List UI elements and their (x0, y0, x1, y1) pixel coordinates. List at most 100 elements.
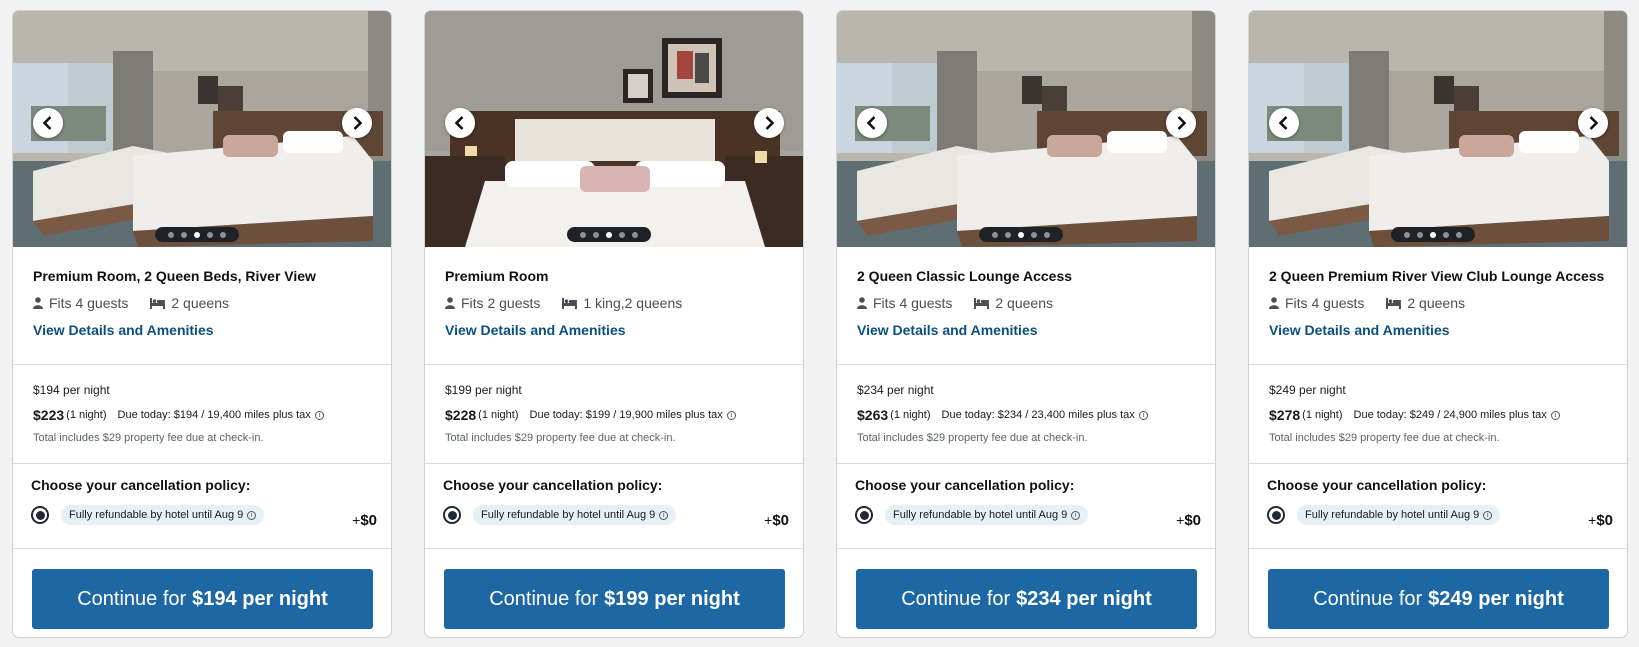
guests-text: Fits 4 guests (873, 295, 953, 311)
carousel-next-button[interactable] (1578, 108, 1608, 138)
carousel-dots (1391, 227, 1475, 242)
policy-title: Choose your cancellation policy: (443, 477, 663, 493)
policy-radio[interactable] (31, 506, 49, 524)
carousel-next-button[interactable] (1166, 108, 1196, 138)
cta-block: Continue for $249 per night (1249, 549, 1627, 629)
carousel-dot[interactable] (1417, 231, 1423, 238)
chevron-right-icon (1589, 116, 1599, 130)
policy-option[interactable]: Fully refundable by hotel until Aug 9 i (31, 505, 373, 525)
view-details-link[interactable]: View Details and Amenities (33, 322, 214, 338)
continue-prefix: Continue for (901, 587, 1011, 610)
carousel-dot[interactable] (632, 231, 638, 238)
bed-icon (974, 297, 990, 309)
price-block: $234 per night $263 (1 night) Due today:… (837, 365, 1215, 464)
carousel-dot[interactable] (1404, 231, 1410, 238)
info-icon[interactable]: i (1483, 510, 1493, 520)
policy-price: +$0 (352, 512, 377, 529)
carousel-dot[interactable] (220, 231, 226, 238)
carousel-dot[interactable] (1005, 231, 1011, 238)
info-icon[interactable]: i (1138, 410, 1148, 420)
total-row: $278 (1 night) Due today: $249 / 24,900 … (1269, 407, 1607, 423)
continue-amount: $249 per night (1428, 587, 1564, 610)
carousel-dot[interactable] (992, 231, 998, 238)
view-details-link[interactable]: View Details and Amenities (445, 322, 626, 338)
policy-price: +$0 (1588, 512, 1613, 529)
room-info: Premium Room Fits 2 guests 1 king,2 quee… (425, 247, 803, 365)
carousel-dot[interactable] (1031, 231, 1037, 238)
due-today: Due today: $194 / 19,400 miles plus tax (117, 409, 311, 421)
carousel-dot-active[interactable] (1430, 231, 1436, 238)
person-icon (1269, 297, 1279, 309)
beds-spec: 2 queens (150, 295, 229, 311)
policy-option[interactable]: Fully refundable by hotel until Aug 9 i (855, 505, 1197, 525)
room-photo-carousel[interactable] (425, 11, 803, 247)
info-icon[interactable]: i (247, 510, 257, 520)
policy-radio[interactable] (443, 506, 461, 524)
continue-button[interactable]: Continue for $249 per night (1268, 569, 1609, 629)
carousel-dot-active[interactable] (194, 231, 200, 238)
guests-spec: Fits 4 guests (857, 295, 952, 311)
total-price: $263 (857, 407, 889, 423)
guests-text: Fits 2 guests (461, 295, 541, 311)
carousel-prev-button[interactable] (1269, 108, 1299, 138)
carousel-prev-button[interactable] (33, 108, 63, 138)
carousel-dot[interactable] (207, 231, 213, 238)
info-icon[interactable]: i (1071, 510, 1081, 520)
info-icon[interactable]: i (1550, 410, 1560, 420)
info-icon[interactable]: i (314, 410, 324, 420)
guests-spec: Fits 2 guests (445, 295, 540, 311)
carousel-dot[interactable] (1044, 231, 1050, 238)
continue-button[interactable]: Continue for $199 per night (444, 569, 785, 629)
view-details-link[interactable]: View Details and Amenities (857, 322, 1038, 338)
room-name: 2 Queen Classic Lounge Access (857, 268, 1073, 284)
policy-radio[interactable] (1267, 506, 1285, 524)
person-icon (33, 297, 43, 309)
carousel-dot[interactable] (181, 231, 187, 238)
policy-option[interactable]: Fully refundable by hotel until Aug 9 i (443, 505, 785, 525)
carousel-dot-active[interactable] (1018, 231, 1024, 238)
carousel-dots (567, 227, 651, 242)
guests-text: Fits 4 guests (49, 295, 129, 311)
policy-radio[interactable] (855, 506, 873, 524)
carousel-dots (979, 227, 1063, 242)
person-icon (857, 297, 867, 309)
carousel-dot[interactable] (1456, 231, 1462, 238)
carousel-next-button[interactable] (342, 108, 372, 138)
carousel-dot[interactable] (580, 231, 586, 238)
cta-block: Continue for $194 per night (13, 549, 391, 629)
policy-price-amount: $0 (1596, 512, 1613, 529)
room-name: Premium Room, 2 Queen Beds, River View (33, 268, 316, 284)
carousel-dot[interactable] (168, 231, 174, 238)
carousel-next-button[interactable] (754, 108, 784, 138)
policy-option[interactable]: Fully refundable by hotel until Aug 9 i (1267, 505, 1609, 525)
continue-prefix: Continue for (77, 587, 187, 610)
continue-amount: $194 per night (192, 587, 328, 610)
policy-title: Choose your cancellation policy: (855, 477, 1075, 493)
info-icon[interactable]: i (659, 510, 669, 520)
carousel-dot[interactable] (593, 231, 599, 238)
beds-text: 1 king,2 queens (583, 295, 683, 311)
cancellation-policy: Choose your cancellation policy: Fully r… (837, 464, 1215, 549)
continue-button[interactable]: Continue for $234 per night (856, 569, 1197, 629)
carousel-dot[interactable] (619, 231, 625, 238)
room-photo-carousel[interactable] (13, 11, 391, 247)
continue-button[interactable]: Continue for $194 per night (32, 569, 373, 629)
room-specs: Fits 4 guests 2 queens (33, 295, 371, 311)
guests-spec: Fits 4 guests (33, 295, 128, 311)
view-details-link[interactable]: View Details and Amenities (1269, 322, 1450, 338)
beds-spec: 2 queens (974, 295, 1053, 311)
room-specs: Fits 4 guests 2 queens (1269, 295, 1607, 311)
carousel-prev-button[interactable] (445, 108, 475, 138)
carousel-prev-button[interactable] (857, 108, 887, 138)
policy-price: +$0 (764, 512, 789, 529)
room-photo-carousel[interactable] (837, 11, 1215, 247)
info-icon[interactable]: i (726, 410, 736, 420)
chevron-right-icon (765, 116, 775, 130)
policy-title: Choose your cancellation policy: (1267, 477, 1487, 493)
carousel-dots (155, 227, 239, 242)
carousel-dot[interactable] (1443, 231, 1449, 238)
beds-spec: 2 queens (1386, 295, 1465, 311)
room-card: Premium Room, 2 Queen Beds, River View F… (12, 10, 392, 638)
carousel-dot-active[interactable] (606, 231, 612, 238)
room-photo-carousel[interactable] (1249, 11, 1627, 247)
